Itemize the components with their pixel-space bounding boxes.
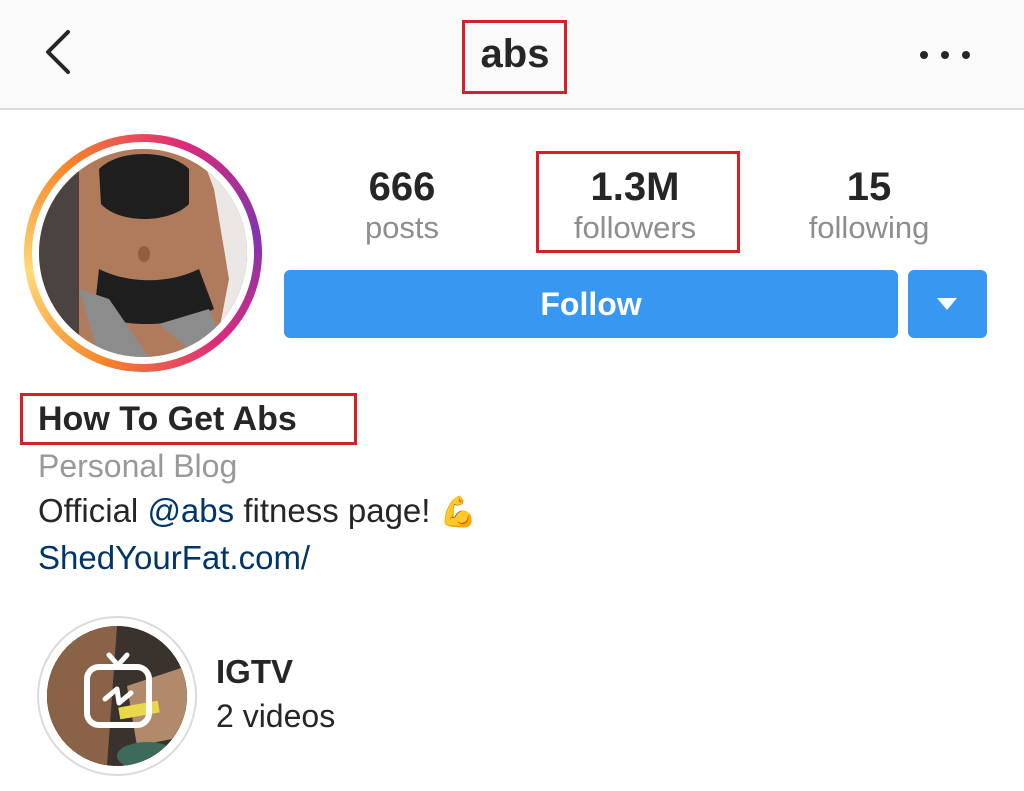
profile-website-link[interactable]: ShedYourFat.com/ <box>38 537 310 579</box>
posts-stat[interactable]: 666 posts <box>340 164 464 246</box>
profile-username: abs <box>480 32 550 76</box>
profile-category: Personal Blog <box>38 448 238 484</box>
ellipsis-icon-dot <box>941 51 949 59</box>
followers-stat[interactable]: 1.3M followers <box>560 164 710 246</box>
bio-text-end: fitness page! <box>234 492 440 529</box>
following-stat[interactable]: 15 following <box>796 164 942 246</box>
story-ring[interactable] <box>24 134 262 372</box>
instagram-profile-page: abs 666 posts 1.3M followers 15 followin… <box>0 0 1024 791</box>
suggested-accounts-button[interactable] <box>908 270 987 338</box>
more-options-button[interactable] <box>920 40 970 70</box>
profile-photo-image <box>39 149 247 357</box>
following-count: 15 <box>846 165 892 209</box>
bio-text: Official @abs fitness page! 💪 <box>38 490 477 534</box>
bio-text-start: Official <box>38 492 148 529</box>
top-nav-bar: abs <box>0 0 1024 110</box>
caret-down-icon <box>937 298 957 310</box>
flexed-biceps-emoji: 💪 <box>439 495 477 530</box>
avatar <box>39 149 247 357</box>
chevron-left-icon <box>46 30 70 74</box>
igtv-video-count: 2 videos <box>216 698 336 734</box>
bio-mention-link[interactable]: @abs <box>147 492 234 529</box>
profile-full-name: How To Get Abs <box>38 400 297 438</box>
back-button[interactable] <box>38 26 82 78</box>
igtv-title[interactable]: IGTV <box>216 652 293 692</box>
followers-label: followers <box>573 210 697 245</box>
igtv-highlight[interactable] <box>37 616 197 776</box>
ellipsis-icon-dot <box>962 51 970 59</box>
following-label: following <box>808 210 930 245</box>
igtv-icon <box>84 652 152 728</box>
followers-count: 1.3M <box>590 165 680 209</box>
follow-button[interactable]: Follow <box>284 270 898 338</box>
ellipsis-icon <box>920 51 928 59</box>
posts-count: 666 <box>368 165 436 209</box>
avatar-frame <box>32 142 254 364</box>
posts-label: posts <box>364 210 440 245</box>
